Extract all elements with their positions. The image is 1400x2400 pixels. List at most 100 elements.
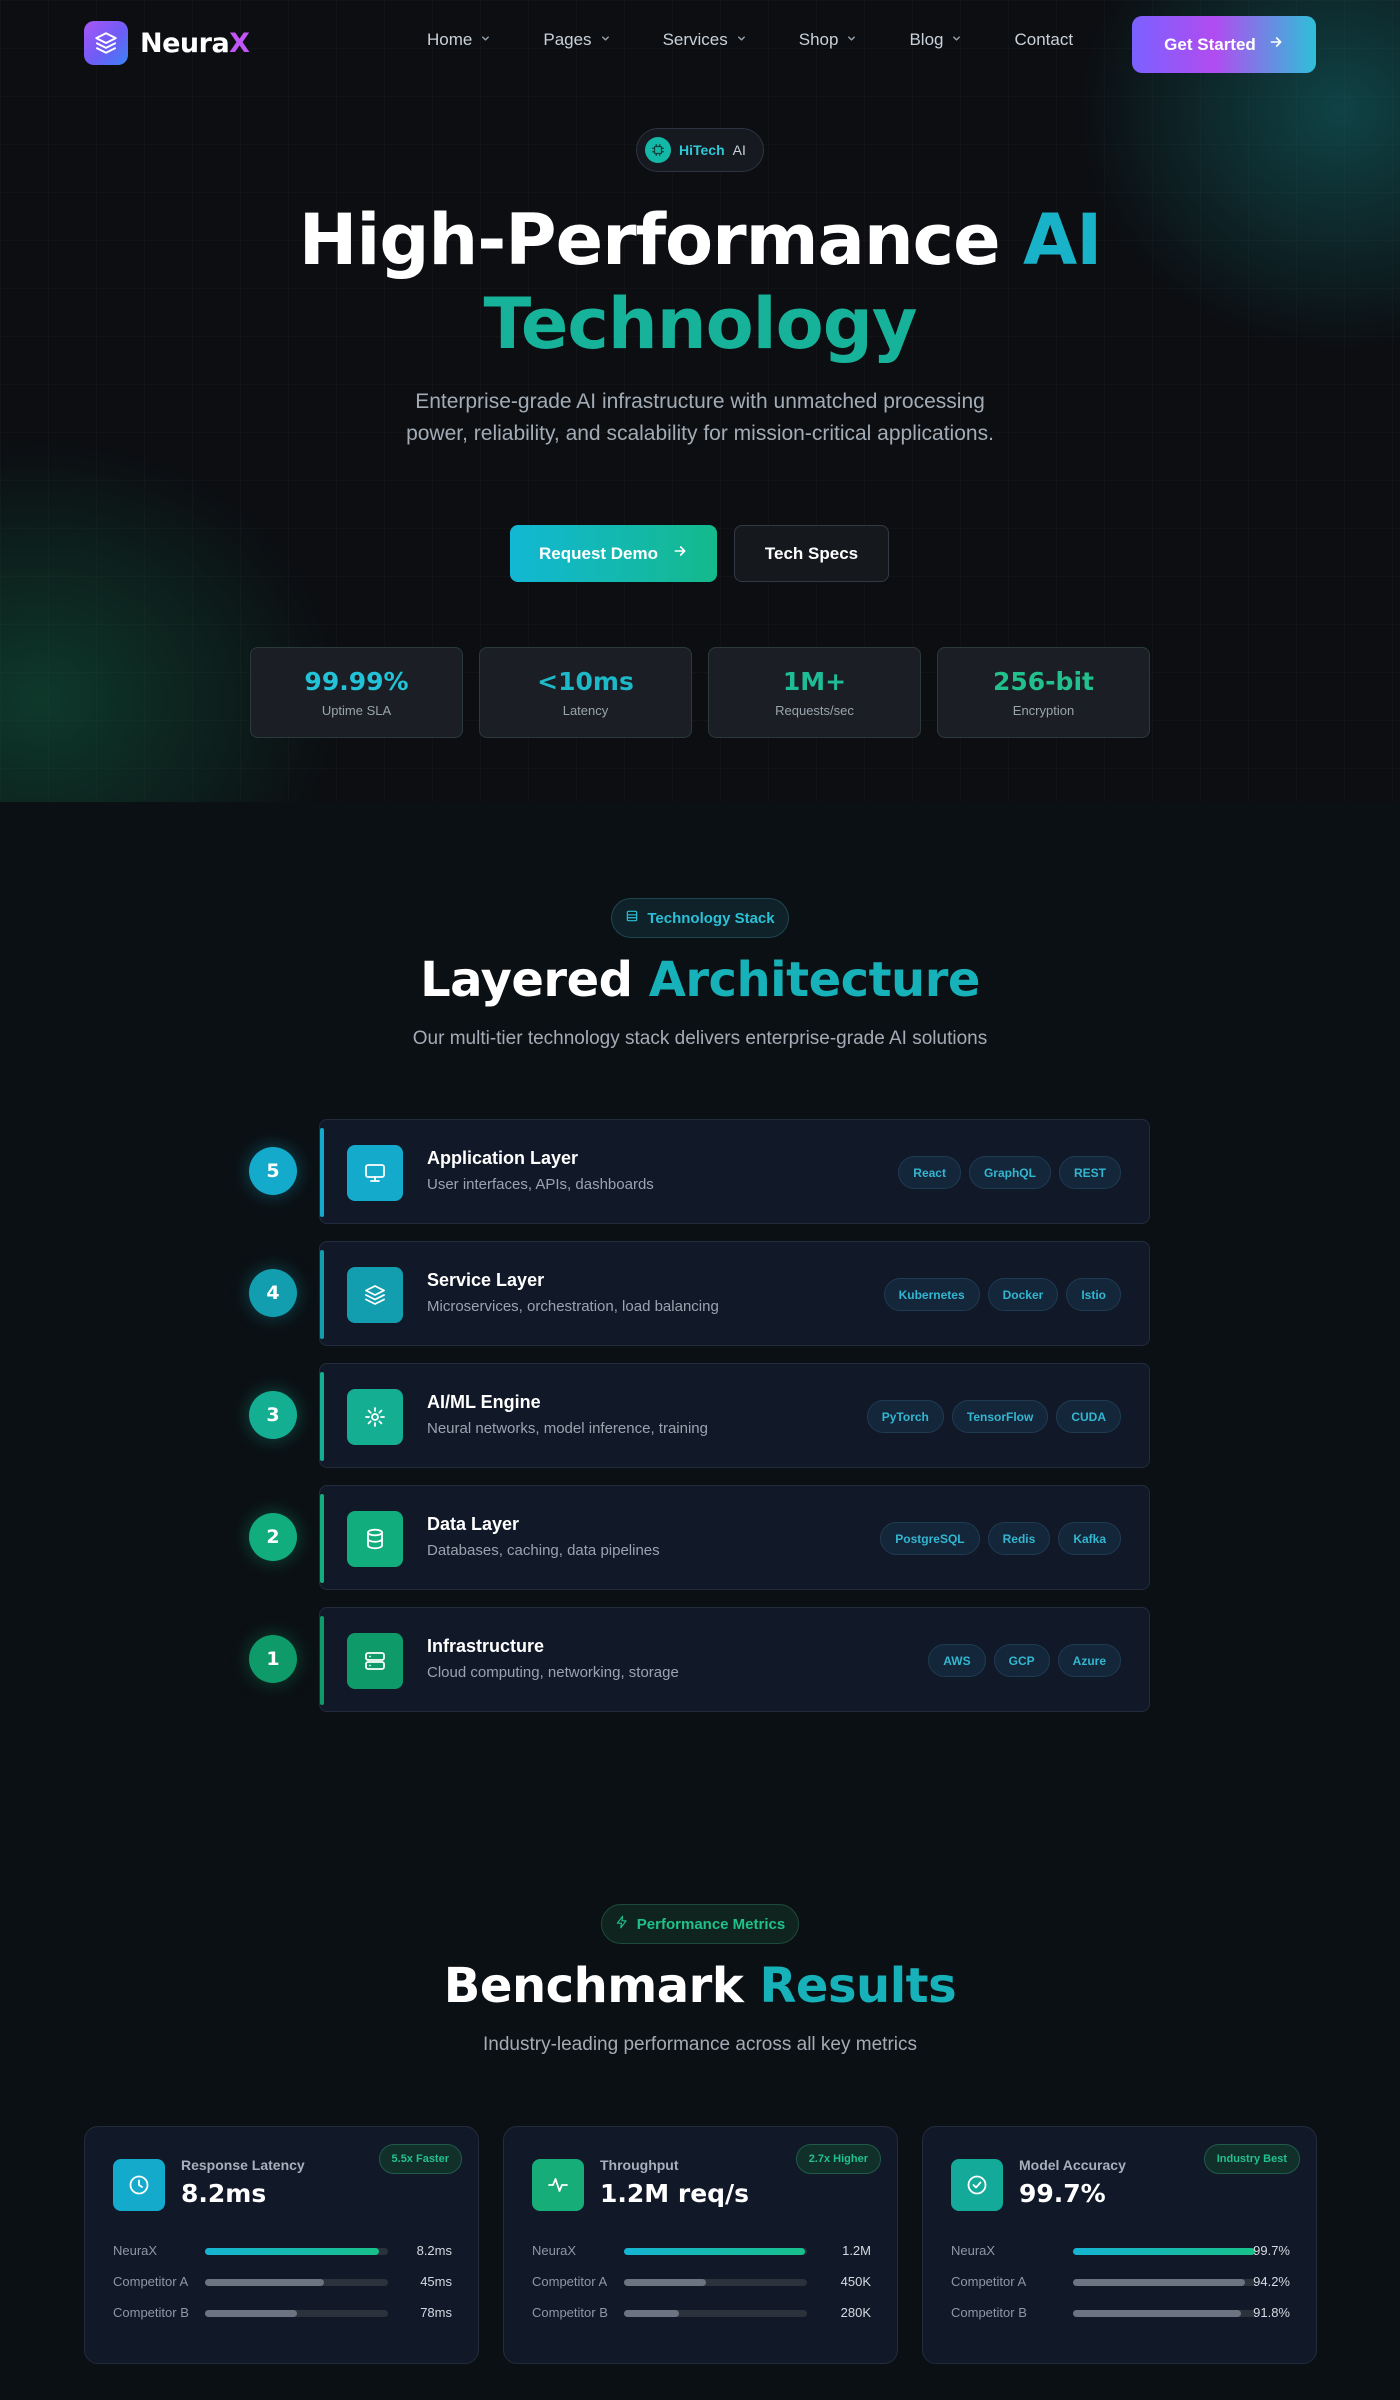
- competitor-name: Competitor A: [951, 2274, 1027, 2289]
- nav-item-label: Contact: [1014, 30, 1074, 49]
- stat-value: <10ms: [537, 667, 634, 696]
- competitor-name: Competitor A: [532, 2274, 608, 2289]
- arrow-right-icon: [1268, 34, 1284, 55]
- badge-primary-text: HiTech: [679, 142, 725, 158]
- tech-specs-button[interactable]: Tech Specs: [734, 525, 889, 582]
- progress-fill: [624, 2310, 679, 2317]
- competitor-value: 78ms: [420, 2305, 452, 2320]
- nav-item-label: Shop: [798, 30, 839, 49]
- metric-badge: Industry Best: [1203, 2144, 1300, 2174]
- layer-number-badge: 1: [249, 1635, 297, 1683]
- layer-tags: PostgreSQL Redis Kafka: [880, 1522, 1121, 1555]
- layer-card[interactable]: AI/ML Engine Neural networks, model infer…: [319, 1363, 1150, 1468]
- tech-tag: REST: [1058, 1156, 1121, 1189]
- nav-item-1[interactable]: Pages: [543, 30, 610, 50]
- chevron-down-icon: [600, 33, 611, 47]
- stack-icon: [625, 909, 639, 927]
- stat-value: 1M+: [782, 667, 847, 696]
- layer-description: Microservices, orchestration, load balan…: [427, 1298, 719, 1315]
- layer-card[interactable]: Application Layer User interfaces, APIs, …: [319, 1119, 1150, 1224]
- progress-fill: [1073, 2279, 1246, 2286]
- progress-fill: [624, 2248, 806, 2255]
- layer-accent-bar: [320, 1616, 324, 1705]
- tech-tag: PyTorch: [866, 1400, 944, 1433]
- layer-title: Data Layer: [427, 1514, 520, 1534]
- stat-card: 1M+ Requests/sec: [708, 647, 921, 738]
- top-navigation: NeuraX Home Pages Services Shop Blog Contact …: [0, 0, 1400, 88]
- tech-tag: Istio: [1066, 1278, 1121, 1311]
- database-icon: [347, 1511, 403, 1567]
- competitor-name: Competitor B: [532, 2305, 608, 2320]
- competitor-name: Competitor A: [113, 2274, 189, 2289]
- server-icon: [347, 1633, 403, 1689]
- layer-tags: Kubernetes Docker Istio: [883, 1278, 1121, 1311]
- progress-track: [1073, 2310, 1256, 2317]
- progress-fill: [205, 2279, 324, 2286]
- progress-fill: [1073, 2248, 1256, 2255]
- brand-logo[interactable]: NeuraX: [84, 21, 250, 65]
- get-started-button[interactable]: Get Started: [1132, 16, 1316, 73]
- nav-item-0[interactable]: Home: [427, 30, 491, 50]
- progress-fill: [205, 2310, 297, 2317]
- progress-track: [205, 2310, 388, 2317]
- competitor-value: 450K: [840, 2274, 871, 2289]
- tech-tag: Docker: [987, 1278, 1059, 1311]
- layer-card[interactable]: Infrastructure Cloud computing, networkin…: [319, 1607, 1150, 1712]
- chip-icon: [645, 137, 671, 163]
- layer-title: Infrastructure: [427, 1636, 545, 1656]
- hero-subtitle: Enterprise-grade AI infrastructure with …: [406, 390, 994, 445]
- progress-track: [1073, 2279, 1256, 2286]
- tech-tag: GraphQL: [968, 1156, 1051, 1189]
- nav-item-5[interactable]: Contact: [1014, 30, 1073, 50]
- clock-icon: [113, 2159, 165, 2211]
- layer-description: Databases, caching, data pipelines: [427, 1542, 660, 1559]
- request-demo-button[interactable]: Request Demo: [510, 525, 717, 582]
- chevron-down-icon: [846, 33, 857, 47]
- layer-accent-bar: [320, 1494, 324, 1583]
- tech-tag: Redis: [987, 1522, 1051, 1555]
- stat-card: 256-bit Encryption: [937, 647, 1150, 738]
- progress-fill: [1073, 2310, 1241, 2317]
- metric-value: 8.2ms: [181, 2179, 267, 2208]
- benchmark-row: NeuraX 99.7%: [951, 2241, 1290, 2261]
- layer-card[interactable]: Service Layer Microservices, orchestratio…: [319, 1241, 1150, 1346]
- architecture-subtitle: Our multi-tier technology stack delivers…: [412, 1028, 988, 1049]
- benchmark-row: Competitor A 450K: [532, 2272, 871, 2292]
- nav-item-label: Blog: [909, 30, 944, 49]
- tech-tag: Kafka: [1058, 1522, 1121, 1555]
- get-started-label: Get Started: [1164, 34, 1256, 54]
- competitor-name: Competitor B: [113, 2305, 189, 2320]
- competitor-value: 45ms: [420, 2274, 452, 2289]
- layer-card[interactable]: Data Layer Databases, caching, data pipel…: [319, 1485, 1150, 1590]
- layer-tags: React GraphQL REST: [898, 1156, 1121, 1189]
- stat-card: 99.99% Uptime SLA: [250, 647, 463, 738]
- tech-tag: CUDA: [1056, 1400, 1121, 1433]
- layer-accent-bar: [320, 1128, 324, 1217]
- competitor-value: 99.7%: [1253, 2243, 1290, 2258]
- progress-track: [624, 2310, 807, 2317]
- metric-label: Response Latency: [181, 2157, 305, 2173]
- layer-number-badge: 2: [249, 1513, 297, 1561]
- nav-item-3[interactable]: Shop: [799, 30, 858, 50]
- layer-title: Service Layer: [427, 1270, 545, 1290]
- progress-track: [624, 2279, 807, 2286]
- hitech-badge: HiTech AI: [636, 128, 764, 172]
- metric-label: Model Accuracy: [1019, 2157, 1126, 2173]
- competitor-value: 280K: [840, 2305, 871, 2320]
- benchmark-row: Competitor A 45ms: [113, 2272, 452, 2292]
- lightning-icon: [615, 1915, 629, 1933]
- stat-value: 99.99%: [304, 667, 409, 696]
- nav-item-4[interactable]: Blog: [909, 30, 962, 50]
- request-demo-label: Request Demo: [538, 543, 659, 563]
- layer-description: Neural networks, model inference, traini…: [427, 1420, 708, 1437]
- benchmark-card: Throughput 1.2M req/s 2.7x Higher NeuraX 1.2…: [503, 2126, 898, 2364]
- tech-tag: GCP: [993, 1644, 1050, 1677]
- main-menu: Home Pages Services Shop Blog Contact: [427, 30, 1073, 50]
- nav-item-2[interactable]: Services: [663, 30, 747, 50]
- nav-item-label: Pages: [543, 30, 592, 49]
- layer-number-badge: 4: [249, 1269, 297, 1317]
- layer-tags: AWS GCP Azure: [928, 1644, 1121, 1677]
- competitor-name: NeuraX: [532, 2243, 577, 2258]
- progress-track: [1073, 2248, 1256, 2255]
- tech-tag: TensorFlow: [951, 1400, 1049, 1433]
